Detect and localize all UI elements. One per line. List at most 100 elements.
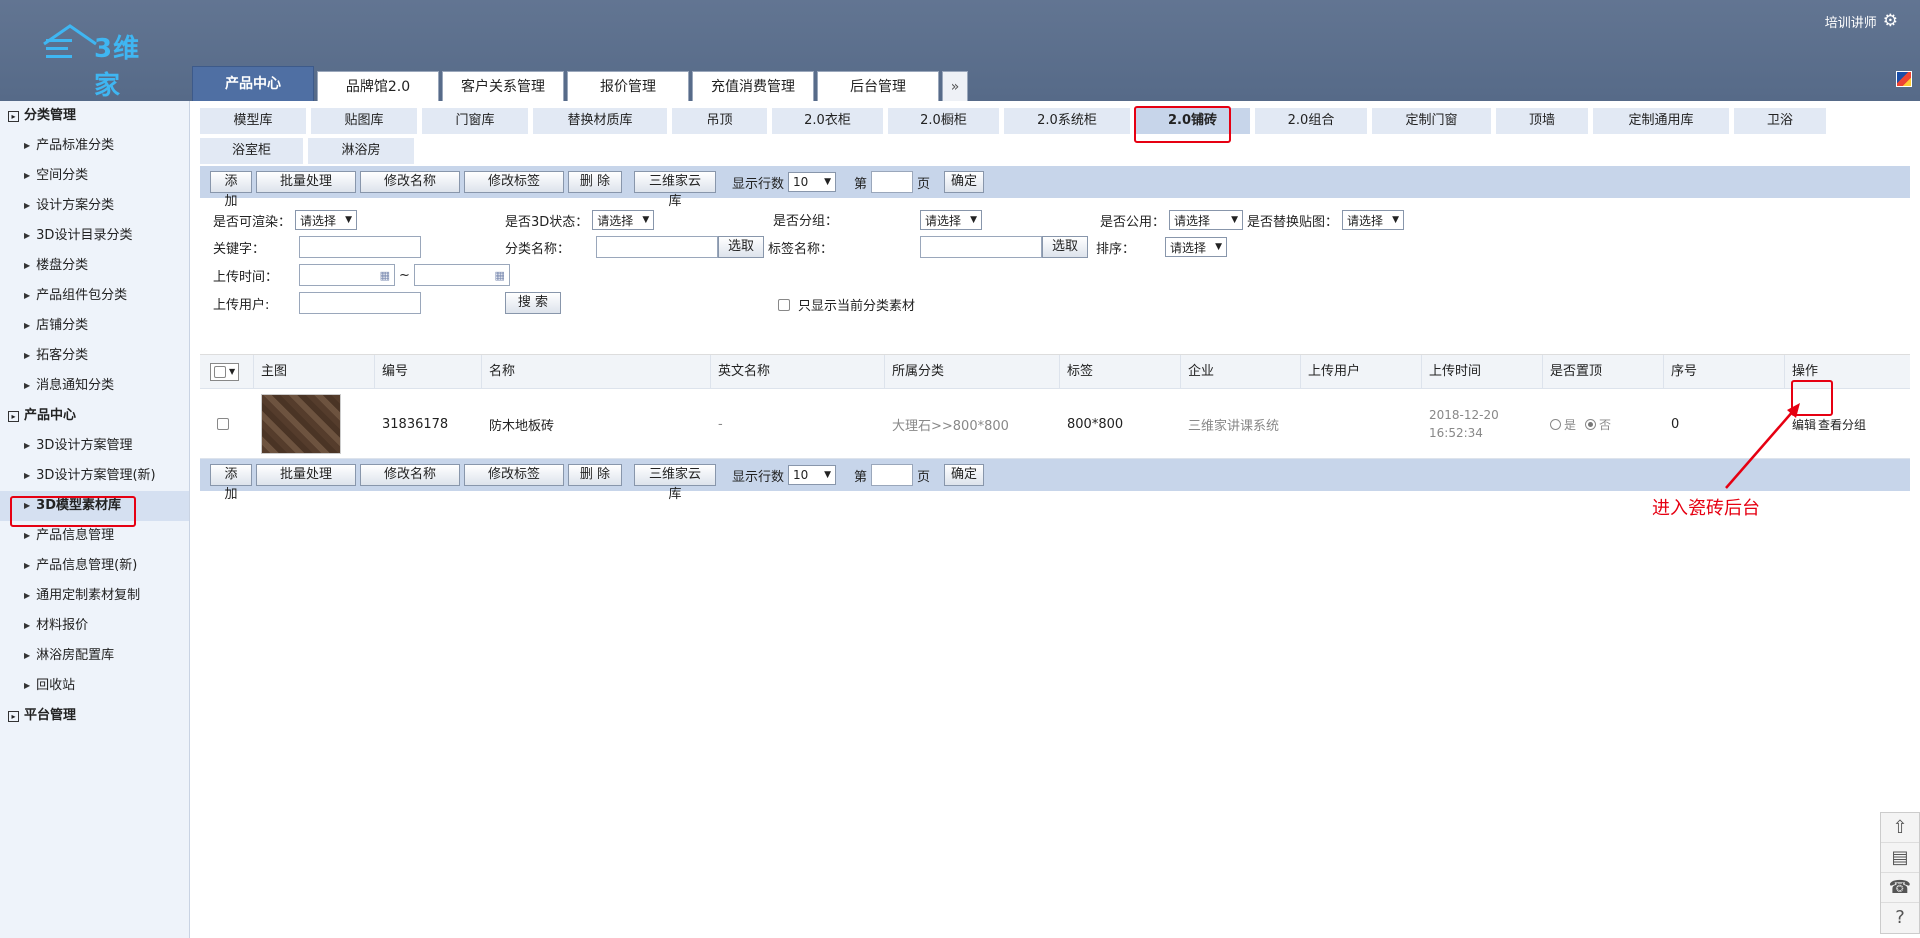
logo[interactable]: 3维家 [42,22,142,101]
tab-replace-material[interactable]: 替换材质库 [533,108,667,134]
end-date-input[interactable]: ▦ [413,264,510,286]
calendar-icon[interactable]: ▦ [380,269,390,282]
pin-no-radio[interactable] [1585,418,1597,430]
sidebar-item[interactable]: ▶ 产品信息管理 [0,521,189,551]
keyword-input[interactable] [299,236,421,258]
gear-icon[interactable]: ⚙ [1883,13,1898,30]
main-tab-brand-hall[interactable]: 品牌馆2.0 [317,71,439,101]
sidebar-group-product-center[interactable]: ▸ 产品中心 [0,401,189,431]
sidebar-item[interactable]: ▶ 产品信息管理(新) [0,551,189,581]
card-icon[interactable]: ▤ [1881,843,1919,873]
user-name[interactable]: 培训讲师 [1825,12,1877,31]
back-to-top-icon[interactable]: ⇧ [1881,813,1919,843]
sidebar-item[interactable]: ▶ 3D设计方案管理(新) [0,461,189,491]
delete-button[interactable]: 删 除 [568,171,622,193]
retag-button[interactable]: 修改标签 [464,464,564,486]
tab-top-wall[interactable]: 顶墙 [1496,108,1588,134]
table-header: ▼ 主图 编号 名称 英文名称 所属分类 标签 企业 上传用户 上传时间 是否置… [200,355,1910,389]
user-area[interactable]: 培训讲师 ⚙ [1825,12,1898,32]
tab-model-library[interactable]: 模型库 [200,108,306,134]
page-input[interactable] [871,464,914,486]
tab-tile-paving[interactable]: 2.0铺砖 [1135,108,1250,134]
status3d-select[interactable]: 请选择 ▼ [592,210,655,230]
main-tab-recharge[interactable]: 充值消费管理 [692,71,814,101]
tab-texture-library[interactable]: 贴图库 [311,108,417,134]
cloud-library-button[interactable]: 三维家云库 [634,464,716,502]
select-all-dropdown[interactable]: ▼ [210,363,240,381]
sidebar-item[interactable]: ▶ 产品标准分类 [0,131,189,161]
cloud-library-button[interactable]: 三维家云库 [634,171,716,209]
tab-custom-door-window[interactable]: 定制门窗 [1372,108,1491,134]
help-icon[interactable]: ? [1881,903,1919,933]
tag-pick-button[interactable]: 选取 [1042,236,1088,258]
sidebar-group-platform[interactable]: ▸ 平台管理 [0,701,189,731]
more-tabs-button[interactable]: » [942,71,968,101]
tab-wardrobe[interactable]: 2.0衣柜 [772,108,883,134]
tab-cabinet[interactable]: 2.0橱柜 [888,108,999,134]
batch-button[interactable]: 批量处理 [256,171,356,193]
sidebar-item[interactable]: ▶ 材料报价 [0,611,189,641]
sidebar-item[interactable]: ▶ 淋浴房配置库 [0,641,189,671]
delete-button[interactable]: 删 除 [568,464,622,486]
category-name-input[interactable] [596,236,718,258]
main-tab-crm[interactable]: 客户关系管理 [442,71,564,101]
rename-button[interactable]: 修改名称 [360,464,460,486]
public-select[interactable]: 请选择 ▼ [1169,210,1244,230]
sidebar-item[interactable]: ▶ 拓客分类 [0,341,189,371]
view-group-link[interactable]: 查看分组 [1818,416,1866,433]
rows-select[interactable]: 10 ▼ [788,172,837,192]
retag-button[interactable]: 修改标签 [464,171,564,193]
confirm-button[interactable]: 确定 [944,171,985,193]
batch-button[interactable]: 批量处理 [256,464,356,486]
sidebar-item[interactable]: ▶ 通用定制素材复制 [0,581,189,611]
sidebar-item[interactable]: ▶ 3D设计目录分类 [0,221,189,251]
rows-select[interactable]: 10 ▼ [788,465,837,485]
sidebar-item[interactable]: ▶ 3D设计方案管理 [0,431,189,461]
calendar-icon[interactable]: ▦ [495,269,505,282]
edit-link[interactable]: 编辑 [1792,416,1816,433]
upload-user-input[interactable] [299,292,421,314]
tab-combination[interactable]: 2.0组合 [1255,108,1367,134]
renderable-select[interactable]: 请选择 ▼ [295,210,358,230]
category-pick-button[interactable]: 选取 [718,236,764,258]
add-button[interactable]: 添 加 [210,464,252,502]
sidebar-item[interactable]: ▶ 产品组件包分类 [0,281,189,311]
sort-select[interactable]: 请选择 ▼ [1165,237,1228,257]
tab-bathroom-cabinet[interactable]: 浴室柜 [200,138,303,164]
replace-map-select[interactable]: 请选择 ▼ [1342,210,1405,230]
row-checkbox[interactable] [217,418,229,430]
start-date-input[interactable]: ▦ [299,264,395,286]
sidebar-item[interactable]: ▶ 消息通知分类 [0,371,189,401]
confirm-button[interactable]: 确定 [944,464,985,486]
tab-shower-room[interactable]: 淋浴房 [308,138,414,164]
tab-door-window-library[interactable]: 门窗库 [422,108,528,134]
theme-color-icon[interactable] [1896,71,1912,87]
sidebar-item[interactable]: ▶ 楼盘分类 [0,251,189,281]
select-all-checkbox[interactable] [214,366,226,378]
tab-bathroom[interactable]: 卫浴 [1734,108,1826,134]
main-tab-product-center[interactable]: 产品中心 [192,66,314,101]
rename-button[interactable]: 修改名称 [360,171,460,193]
grouped-select[interactable]: 请选择 ▼ [920,210,982,230]
main-tab-admin[interactable]: 后台管理 [817,71,939,101]
sidebar-item[interactable]: ▶ 空间分类 [0,161,189,191]
add-button[interactable]: 添 加 [210,171,252,209]
sidebar-group-category[interactable]: ▸ 分类管理 [0,101,189,131]
search-button[interactable]: 搜 索 [505,292,561,314]
pin-yes-radio[interactable] [1550,418,1561,430]
sidebar-item[interactable]: ▶ 回收站 [0,671,189,701]
sidebar-item-3d-model-library[interactable]: ▶ 3D模型素材库 [0,491,189,521]
tab-system-cabinet[interactable]: 2.0系统柜 [1004,108,1130,134]
support-icon[interactable]: ☎ [1881,873,1919,903]
page-input[interactable] [871,171,914,193]
tab-custom-general[interactable]: 定制通用库 [1593,108,1729,134]
tile-thumbnail[interactable] [261,394,341,454]
sidebar-item[interactable]: ▶ 店铺分类 [0,311,189,341]
tag-name-input[interactable] [920,236,1042,258]
only-current-checkbox[interactable] [778,298,790,311]
rows-label: 显示行数 [732,176,785,192]
collapse-icon: ▸ [8,710,19,722]
main-tab-quote[interactable]: 报价管理 [567,71,689,101]
sidebar-item[interactable]: ▶ 设计方案分类 [0,191,189,221]
tab-ceiling[interactable]: 吊顶 [672,108,767,134]
